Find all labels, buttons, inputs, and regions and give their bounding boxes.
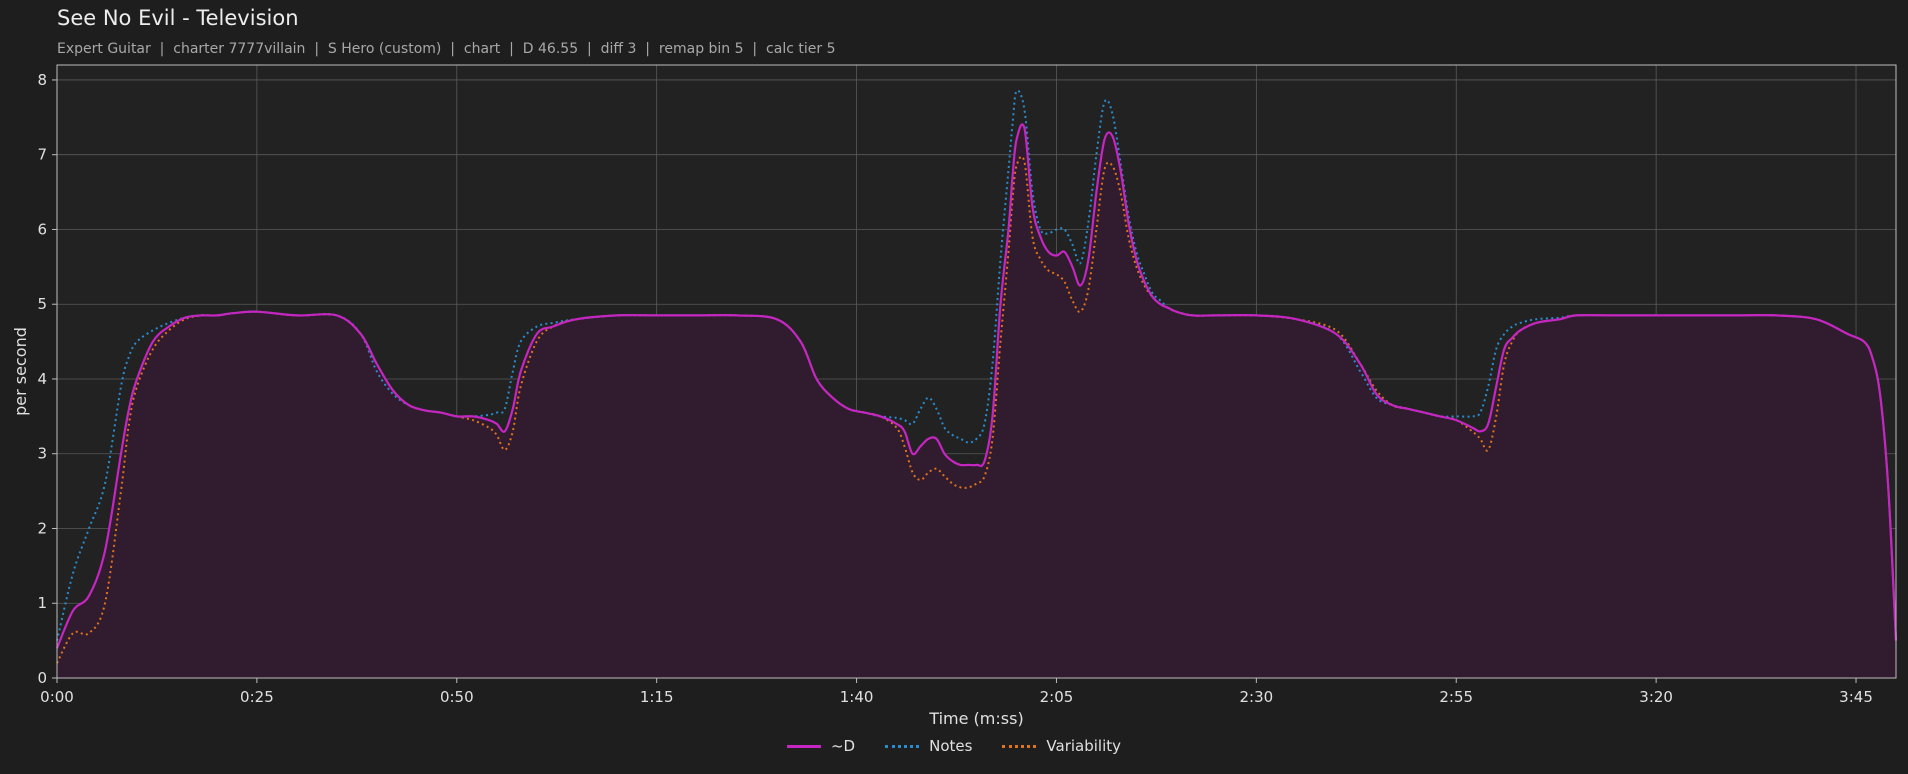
y-tick-label: 4: [37, 370, 47, 388]
legend-label-d: ~D: [830, 737, 856, 755]
legend-swatch-notes: [885, 744, 920, 748]
line-chart: 0:00 0:25 0:50 1:15 1:40 2:05 2:30 2:55 3:20 3:45…: [11, 64, 1898, 728]
legend-label-variability: Variability: [1046, 737, 1122, 755]
legend-item-d[interactable]: ~D: [786, 737, 856, 755]
legend-label-notes: Notes: [929, 737, 973, 755]
y-tick-label: 6: [37, 220, 47, 238]
y-tick-label: 2: [37, 519, 47, 537]
x-tick-label: 0:00: [40, 688, 74, 706]
x-axis-label: Time (m:ss): [928, 709, 1023, 728]
y-tick-label: 0: [37, 669, 47, 687]
legend-item-variability[interactable]: Variability: [1002, 737, 1121, 755]
x-tick-label: 2:30: [1240, 688, 1274, 706]
y-tick-label: 1: [37, 594, 47, 612]
x-tick-label: 3:20: [1639, 688, 1673, 706]
x-tick-label: 1:40: [840, 688, 874, 706]
y-tick-label: 8: [37, 71, 47, 89]
legend-swatch-d: [786, 744, 821, 748]
legend-swatch-variability: [1002, 744, 1037, 748]
y-tick-label: 7: [37, 146, 47, 164]
x-tick-label: 0:50: [440, 688, 474, 706]
x-tick-label: 2:55: [1439, 688, 1473, 706]
x-tick-label: 3:45: [1839, 688, 1873, 706]
x-tick-label: 1:15: [640, 688, 674, 706]
y-tick-label: 5: [37, 295, 47, 313]
x-tick-label: 0:25: [240, 688, 274, 706]
legend-item-notes[interactable]: Notes: [885, 737, 972, 755]
x-tick-label: 2:05: [1040, 688, 1074, 706]
legend: ~D Notes Variability: [0, 737, 1908, 755]
y-tick-label: 3: [37, 445, 47, 463]
y-axis-label: per second: [11, 327, 30, 416]
